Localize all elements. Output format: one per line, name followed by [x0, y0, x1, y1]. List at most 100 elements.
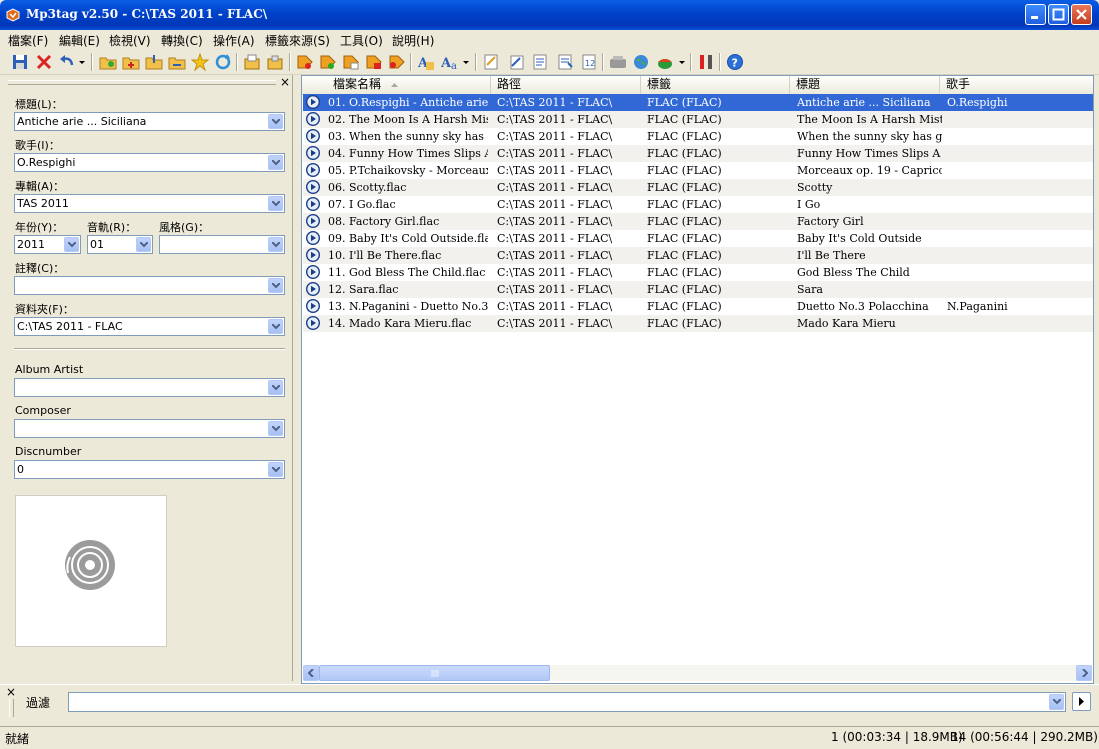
filter-close-button[interactable]: ×	[6, 685, 16, 699]
extended-tags-icon[interactable]	[482, 53, 500, 71]
copy-tag-icon[interactable]	[243, 53, 261, 71]
table-row[interactable]: 11. God Bless The Child.flac C:\TAS 2011 …	[303, 264, 1093, 281]
cover-art[interactable]	[15, 495, 167, 647]
table-row[interactable]: 04. Funny How Times Slips Aw... C:\TAS 20…	[303, 145, 1093, 162]
close-window-button[interactable]	[1071, 4, 1092, 25]
tag-tag-icon[interactable]	[365, 53, 383, 71]
table-row[interactable]: 12. Sara.flac C:\TAS 2011 - FLAC\ FLAC (FL…	[303, 281, 1093, 298]
tag-list-icon[interactable]	[556, 53, 574, 71]
table-row[interactable]: 09. Baby It's Cold Outside.flac C:\TAS 20…	[303, 230, 1093, 247]
album-artist-field[interactable]	[14, 378, 285, 397]
table-row[interactable]: 03. When the sunny sky has go... C:\TAS 2…	[303, 128, 1093, 145]
refresh-icon[interactable]	[214, 53, 232, 71]
genre-field[interactable]	[159, 235, 285, 254]
column-header-tag[interactable]: 標籤	[641, 76, 790, 94]
filter-input[interactable]	[68, 692, 1066, 712]
table-row[interactable]: 06. Scotty.flac C:\TAS 2011 - FLAC\ FLAC (…	[303, 179, 1093, 196]
folder-field[interactable]: C:\TAS 2011 - FLAC	[14, 317, 285, 336]
menu-tag-sources[interactable]: 標籤來源(S)	[265, 32, 330, 49]
discogs-icon[interactable]	[656, 53, 674, 71]
genre-dropdown-button[interactable]	[268, 237, 283, 252]
column-header-title[interactable]: 標題	[790, 76, 940, 94]
menu-file[interactable]: 檔案(F)	[8, 32, 48, 49]
panel-close-button[interactable]: ×	[280, 75, 290, 89]
composer-dropdown-button[interactable]	[268, 421, 283, 436]
year-dropdown-button[interactable]	[64, 237, 79, 252]
tag-tag-2-icon[interactable]	[388, 53, 406, 71]
text-tag-icon[interactable]	[342, 53, 360, 71]
menu-view[interactable]: 檢視(V)	[109, 32, 151, 49]
folder-dropdown-button[interactable]	[268, 319, 283, 334]
undo-icon[interactable]	[58, 53, 76, 71]
tools-icon[interactable]	[697, 53, 715, 71]
web-sources-icon[interactable]	[632, 53, 650, 71]
table-row[interactable]: 14. Mado Kara Mieru.flac C:\TAS 2011 - FL…	[303, 315, 1093, 332]
table-row[interactable]: 01. O.Respighi - Antiche arie ...... C:\T…	[303, 94, 1093, 111]
artist-field[interactable]: O.Respighi	[14, 153, 285, 172]
album-dropdown-button[interactable]	[268, 196, 283, 211]
composer-field[interactable]	[14, 419, 285, 438]
comment-field[interactable]	[14, 276, 285, 295]
discnumber-field[interactable]: 0	[14, 460, 285, 479]
track-field[interactable]: 01	[87, 235, 153, 254]
import-icon[interactable]	[145, 53, 163, 71]
album-artist-dropdown-button[interactable]	[268, 380, 283, 395]
change-directory-icon[interactable]	[99, 53, 117, 71]
remove-tag-icon[interactable]	[35, 53, 53, 71]
scroll-left-button[interactable]	[303, 665, 319, 681]
track-dropdown-button[interactable]	[136, 237, 151, 252]
export-icon[interactable]	[168, 53, 186, 71]
column-header-artist[interactable]: 歌手	[940, 76, 1093, 94]
paste-tag-icon[interactable]	[266, 53, 284, 71]
menu-help[interactable]: 說明(H)	[392, 32, 434, 49]
maximize-button[interactable]	[1048, 4, 1069, 25]
title-dropdown-button[interactable]	[268, 114, 283, 129]
filter-dropdown-button[interactable]	[1049, 694, 1064, 710]
minimize-button[interactable]	[1025, 4, 1046, 25]
actions-icon[interactable]: Aa	[441, 53, 459, 71]
table-row[interactable]: 02. The Moon Is A Harsh Mistr... C:\TAS 2…	[303, 111, 1093, 128]
filter-apply-button[interactable]	[1072, 692, 1091, 711]
tag-filename-icon[interactable]	[296, 53, 314, 71]
album-field[interactable]: TAS 2011	[14, 194, 285, 213]
cell-path: C:\TAS 2011 - FLAC\	[497, 215, 613, 228]
cell-file: 05. P.Tchaikovsky - Morceaux ...	[328, 164, 488, 177]
table-row[interactable]: 07. I Go.flac C:\TAS 2011 - FLAC\ FLAC (FL…	[303, 196, 1093, 213]
column-header-filename[interactable]: 檔案名稱	[302, 76, 491, 94]
artist-dropdown-button[interactable]	[268, 155, 283, 170]
menu-edit[interactable]: 編輯(E)	[59, 32, 100, 49]
comment-dropdown-button[interactable]	[268, 278, 283, 293]
actions-dropdown-icon[interactable]	[463, 61, 469, 65]
save-icon[interactable]	[11, 53, 29, 71]
file-list[interactable]: 檔案名稱 路徑 標籤 標題 歌手 01. O.Respighi - Antich…	[301, 75, 1094, 684]
panel-grip[interactable]	[8, 80, 276, 85]
title-bar[interactable]: Mp3tag v2.50 - C:\TAS 2011 - FLAC\	[0, 0, 1099, 30]
menu-actions[interactable]: 操作(A)	[213, 32, 255, 49]
menu-tools[interactable]: 工具(O)	[340, 32, 383, 49]
scroll-thumb[interactable]	[319, 665, 550, 681]
web-sources-dropdown-icon[interactable]	[679, 61, 685, 65]
horizontal-scrollbar[interactable]	[303, 665, 1092, 681]
menu-convert[interactable]: 轉換(C)	[161, 32, 203, 49]
freedb-icon[interactable]	[609, 53, 627, 71]
scroll-right-button[interactable]	[1076, 665, 1092, 681]
year-field[interactable]: 2011	[14, 235, 81, 254]
table-row[interactable]: 05. P.Tchaikovsky - Morceaux ... C:\TAS 2…	[303, 162, 1093, 179]
export-list-icon[interactable]	[531, 53, 549, 71]
table-row[interactable]: 13. N.Paganini - Duetto No.3 P... C:\TAS …	[303, 298, 1093, 315]
filename-tag-icon[interactable]	[319, 53, 337, 71]
discnumber-dropdown-button[interactable]	[268, 462, 283, 477]
table-row[interactable]: 10. I'll Be There.flac C:\TAS 2011 - FLAC…	[303, 247, 1093, 264]
autonumber-icon[interactable]: 12	[580, 53, 598, 71]
favorite-icon[interactable]	[191, 53, 209, 71]
playlist-icon[interactable]	[508, 53, 526, 71]
filter-grip[interactable]	[9, 699, 14, 717]
undo-dropdown-icon[interactable]	[79, 61, 85, 65]
help-icon[interactable]: ?	[726, 53, 744, 71]
table-row[interactable]: 08. Factory Girl.flac C:\TAS 2011 - FLAC\…	[303, 213, 1093, 230]
column-header-path[interactable]: 路徑	[491, 76, 641, 94]
title-field[interactable]: Antiche arie ... Siciliana	[14, 112, 285, 131]
case-convert-icon[interactable]: A	[417, 53, 435, 71]
composer-label: Composer	[15, 404, 71, 417]
add-directory-icon[interactable]	[122, 53, 140, 71]
